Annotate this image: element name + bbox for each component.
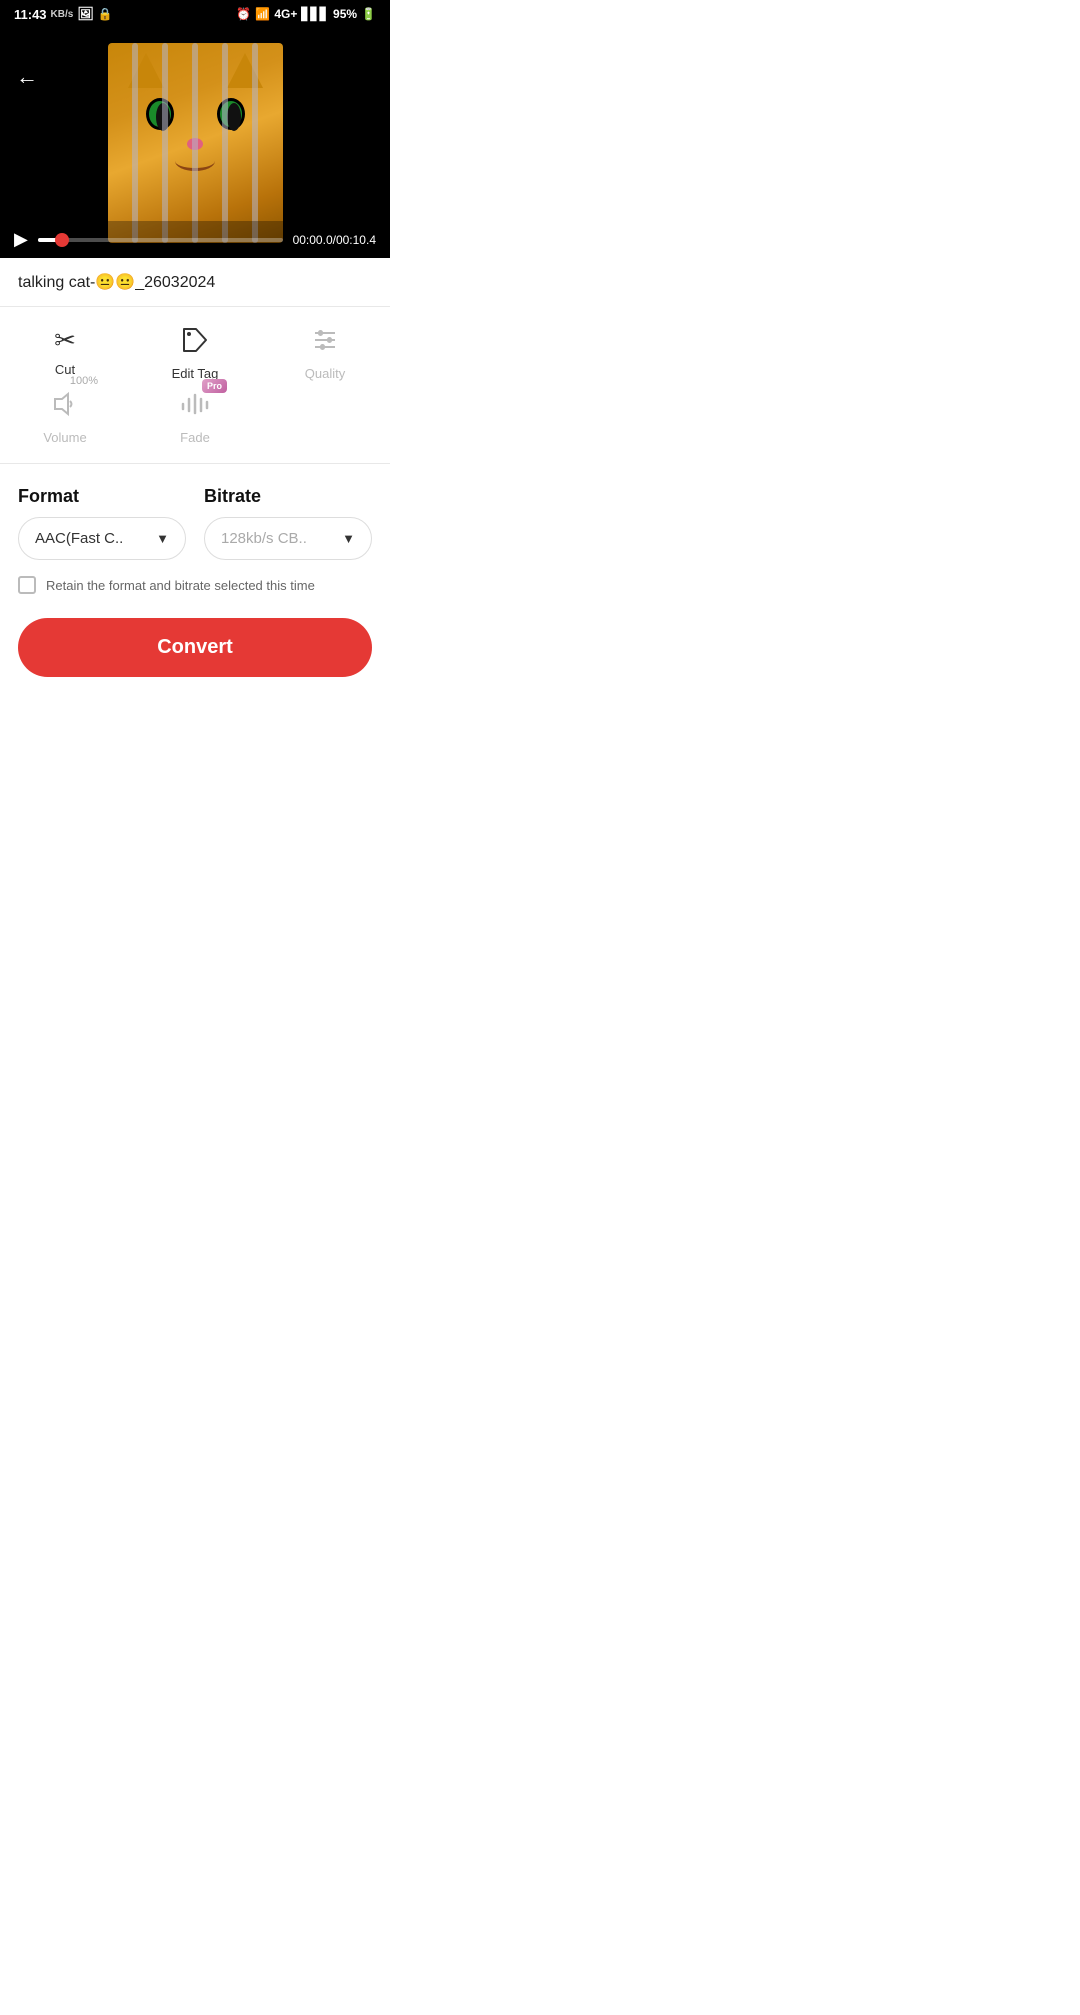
retain-row: Retain the format and bitrate selected t…	[18, 576, 372, 594]
cage-bar	[192, 43, 198, 243]
fade-waveform-icon	[179, 389, 211, 419]
format-column: Format AAC(Fast C.. ▼	[18, 486, 186, 560]
cage-bar	[252, 43, 258, 243]
bitrate-dropdown[interactable]: 128kb/s CB.. ▼	[204, 517, 372, 560]
bitrate-dropdown-arrow: ▼	[342, 531, 355, 546]
progress-bar[interactable]	[38, 238, 283, 242]
fade-label: Fade	[180, 430, 210, 445]
format-section: Format AAC(Fast C.. ▼ Bitrate 128kb/s CB…	[0, 464, 390, 697]
volume-tool[interactable]: 100% Volume	[25, 389, 105, 445]
battery-label: 95%	[333, 7, 357, 21]
cut-tool[interactable]: ✂ Cut	[25, 325, 105, 377]
video-player: ← ▶ 0	[0, 28, 390, 258]
quality-label: Quality	[305, 366, 345, 381]
alarm-icon: ⏰	[236, 7, 251, 21]
signal-icon: 4G+	[274, 7, 297, 21]
fade-tool[interactable]: Pro Fade	[155, 389, 235, 445]
network-speed: KB/s	[51, 9, 74, 20]
cage-bar	[222, 43, 228, 243]
tag-icon	[180, 325, 210, 355]
play-button[interactable]: ▶	[14, 229, 28, 250]
edit-tag-tool[interactable]: Edit Tag	[155, 325, 235, 381]
scissors-icon: ✂	[54, 325, 76, 355]
volume-label: Volume	[43, 430, 86, 445]
progress-dot	[55, 233, 69, 247]
cut-icon-wrapper: ✂	[54, 325, 76, 356]
format-value: AAC(Fast C..	[35, 530, 123, 547]
volume-icon	[50, 389, 80, 419]
cage-bars	[108, 43, 283, 243]
format-dropdown[interactable]: AAC(Fast C.. ▼	[18, 517, 186, 560]
retain-checkbox[interactable]	[18, 576, 36, 594]
status-right: ⏰ 📶 4G+ ▋▋▋ 95% 🔋	[236, 7, 376, 21]
video-thumbnail	[108, 43, 283, 243]
quality-sliders-icon	[310, 325, 340, 355]
time-display: 11:43	[14, 7, 47, 22]
file-name: talking cat-😐😐_26032024	[0, 258, 390, 307]
pro-badge: Pro	[202, 379, 227, 393]
quality-icon-wrapper	[310, 325, 340, 360]
controls-row: ▶ 00:00.0/00:10.4	[14, 229, 376, 250]
signal-bars-icon: ▋▋▋	[301, 7, 329, 21]
volume-percent: 100%	[70, 375, 98, 387]
format-bitrate-row: Format AAC(Fast C.. ▼ Bitrate 128kb/s CB…	[18, 486, 372, 560]
tools-row-2: 100% Volume Pro Fade	[0, 389, 390, 445]
gallery-icon: 🖼	[77, 6, 94, 22]
video-controls: ▶ 00:00.0/00:10.4	[0, 221, 390, 258]
quality-tool[interactable]: Quality	[285, 325, 365, 381]
cage-bar	[132, 43, 138, 243]
back-button[interactable]: ←	[16, 64, 38, 90]
retain-label: Retain the format and bitrate selected t…	[46, 578, 315, 593]
wifi-icon: 📶	[255, 7, 270, 21]
status-bar: 11:43 KB/s 🖼 🔒 ⏰ 📶 4G+ ▋▋▋ 95% 🔋	[0, 0, 390, 28]
battery-icon: 🔋	[361, 7, 376, 21]
convert-button[interactable]: Convert	[18, 618, 372, 677]
bitrate-value: 128kb/s CB..	[221, 530, 307, 547]
fade-icon-wrapper: Pro	[179, 389, 211, 424]
volume-icon-wrapper: 100%	[50, 389, 80, 424]
format-label: Format	[18, 486, 186, 507]
cage-bar	[162, 43, 168, 243]
format-dropdown-arrow: ▼	[156, 531, 169, 546]
status-left: 11:43 KB/s 🖼 🔒	[14, 6, 113, 22]
tools-section: ✂ Cut Edit Tag	[0, 307, 390, 464]
tools-row-1: ✂ Cut Edit Tag	[0, 325, 390, 381]
time-label: 00:00.0/00:10.4	[293, 233, 376, 247]
edit-tag-icon-wrapper	[180, 325, 210, 360]
bitrate-label: Bitrate	[204, 486, 372, 507]
bitrate-column: Bitrate 128kb/s CB.. ▼	[204, 486, 372, 560]
lock-icon: 🔒	[98, 7, 113, 21]
